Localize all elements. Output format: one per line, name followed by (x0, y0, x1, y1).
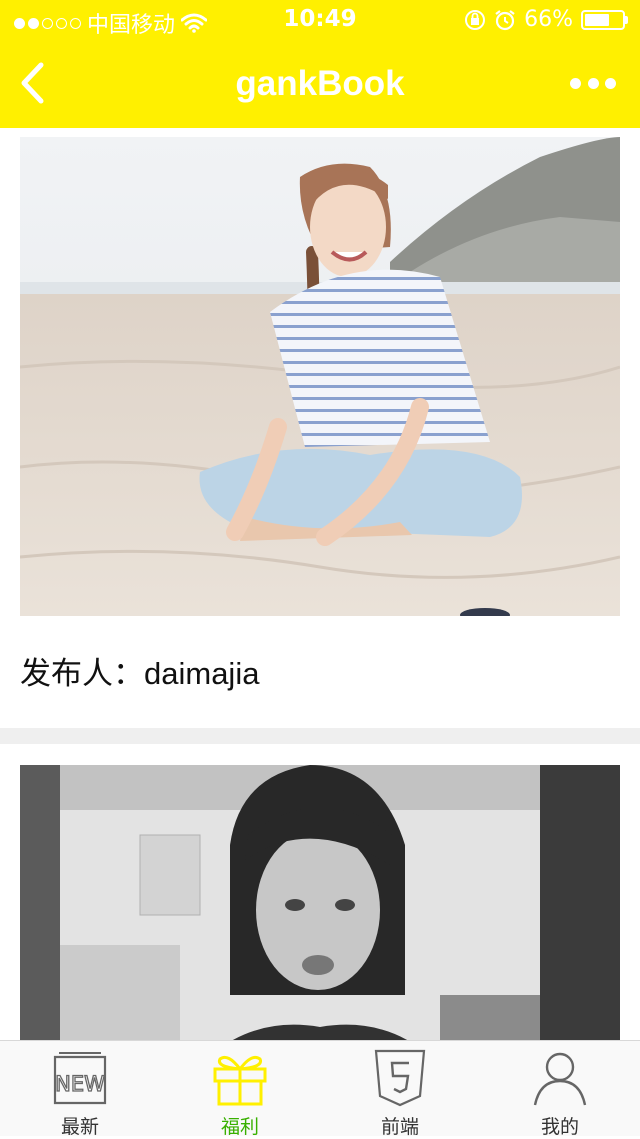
status-right: 66% (464, 7, 628, 32)
card-divider (0, 728, 640, 744)
tab-label: 我的 (540, 1116, 579, 1138)
user-icon (533, 1052, 587, 1106)
alarm-icon (495, 9, 515, 30)
tab-latest[interactable]: NEW 最新 (0, 1041, 160, 1138)
rotation-lock-icon (465, 9, 486, 30)
tab-label: 前端 (380, 1116, 419, 1138)
tab-welfare[interactable]: 福利 (160, 1041, 320, 1138)
feed-card[interactable] (0, 744, 640, 1040)
page-title: gankBook (235, 64, 405, 103)
tab-bar: NEW 最新 福利 前端 我的 (0, 1040, 640, 1138)
tab-mine[interactable]: 我的 (480, 1041, 640, 1138)
new-icon: NEW (53, 1052, 107, 1105)
navigation-bar: gankBook (0, 40, 640, 128)
svg-text:NEW: NEW (55, 1072, 105, 1096)
more-dots-icon (570, 77, 581, 89)
feed-list[interactable]: 发布人：daimajia (0, 128, 640, 1040)
publisher-caption: 发布人：daimajia (20, 656, 260, 691)
status-bar: 中国移动 10:49 66% (0, 0, 640, 40)
gift-icon (213, 1055, 267, 1106)
battery-percent: 66% (524, 7, 573, 32)
more-button[interactable] (570, 76, 616, 90)
feed-image[interactable] (20, 765, 620, 1040)
tab-label: 福利 (220, 1116, 259, 1138)
feed-card[interactable]: 发布人：daimajia (0, 128, 640, 728)
feed-image[interactable] (20, 137, 620, 616)
tab-label: 最新 (60, 1116, 99, 1138)
battery-icon (581, 9, 625, 30)
tab-frontend[interactable]: 前端 (320, 1041, 480, 1138)
html5-icon (374, 1049, 426, 1107)
